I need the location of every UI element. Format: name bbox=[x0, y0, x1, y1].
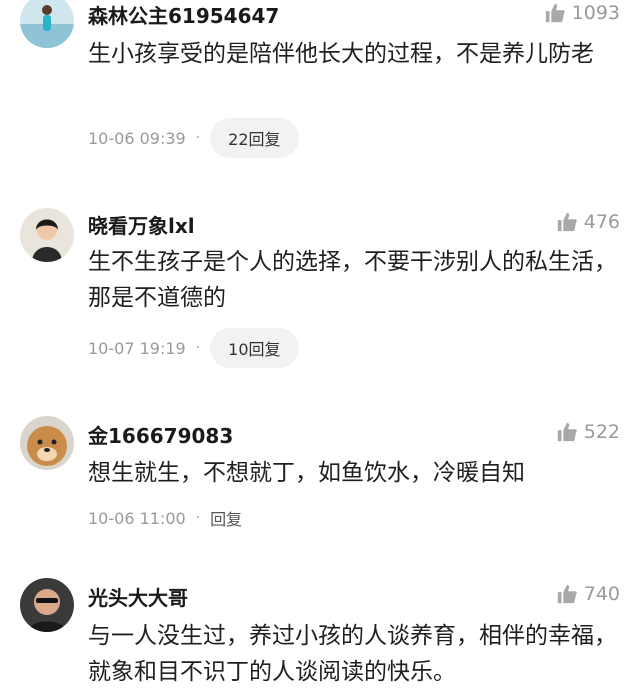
comment-text: 生小孩享受的是陪伴他长大的过程，不是养儿防老 bbox=[88, 41, 594, 67]
comment-text: 想生就生，不想就丁，如鱼饮水，冷暖自知 bbox=[88, 460, 525, 486]
avatar[interactable] bbox=[20, 578, 74, 632]
thumbs-up-icon bbox=[544, 2, 566, 24]
thumbs-up-icon bbox=[556, 583, 578, 605]
like-count: 522 bbox=[583, 421, 620, 443]
like-count: 740 bbox=[583, 583, 620, 605]
thumbs-up-icon bbox=[556, 211, 578, 233]
comment-meta: 10-07 19:19 · 10回复 bbox=[88, 328, 299, 368]
username[interactable]: 森林公主61954647 bbox=[88, 0, 279, 29]
username[interactable]: 光头大大哥 bbox=[88, 582, 188, 611]
comment-list: 森林公主61954647 1093 生小孩享受的是陪伴他长大的过程，不是养儿防老… bbox=[0, 0, 640, 693]
like-button[interactable]: 740 bbox=[556, 583, 620, 605]
like-button[interactable]: 1093 bbox=[544, 2, 620, 24]
timestamp: 10-06 11:00 bbox=[88, 508, 186, 528]
comment-text: 与一人没生过，养过小孩的人谈养育，相伴的幸福，就象和目不识丁的人谈阅读的快乐。 bbox=[88, 623, 617, 685]
username[interactable]: 金166679083 bbox=[88, 420, 233, 449]
avatar[interactable] bbox=[20, 0, 74, 48]
comment-meta: 10-06 11:00 · 回复 bbox=[88, 506, 242, 530]
reply-button[interactable]: 回复 bbox=[210, 506, 242, 530]
like-button[interactable]: 476 bbox=[556, 211, 620, 233]
reply-button[interactable]: 10回复 bbox=[210, 328, 299, 368]
timestamp: 10-07 19:19 bbox=[88, 338, 186, 358]
username[interactable]: 晓看万象lxl bbox=[88, 210, 195, 239]
separator: · bbox=[195, 510, 201, 526]
like-count: 476 bbox=[583, 211, 620, 233]
timestamp: 10-06 09:39 bbox=[88, 128, 186, 148]
comment-text: 生不生孩子是个人的选择，不要干涉别人的私生活，那是不道德的 bbox=[88, 249, 617, 311]
avatar[interactable] bbox=[20, 416, 74, 470]
separator: · bbox=[195, 130, 201, 146]
separator: · bbox=[195, 340, 201, 356]
like-button[interactable]: 522 bbox=[556, 421, 620, 443]
like-count: 1093 bbox=[571, 2, 620, 24]
thumbs-up-icon bbox=[556, 421, 578, 443]
avatar[interactable] bbox=[20, 208, 74, 262]
reply-button[interactable]: 22回复 bbox=[210, 118, 299, 158]
comment-meta: 10-06 09:39 · 22回复 bbox=[88, 118, 299, 158]
